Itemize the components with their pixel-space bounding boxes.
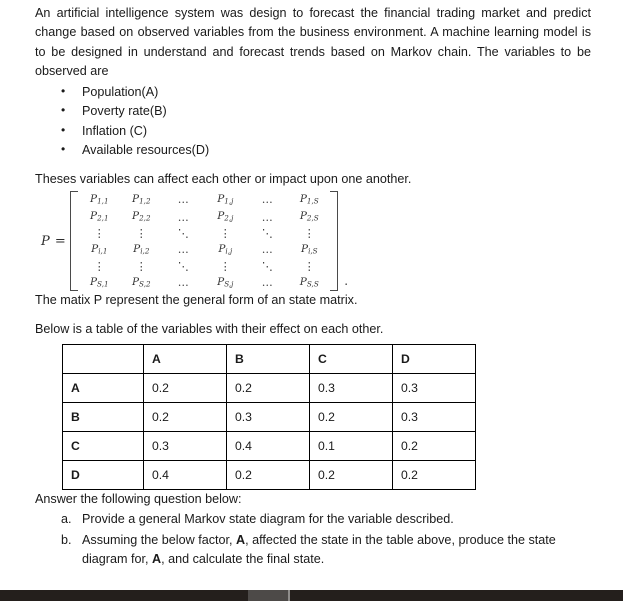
matrix-left-bracket [70,191,79,292]
matrix-cell-S-1: PS,1 [89,275,109,288]
matrix-cell-2-2: P2,2 [132,209,151,223]
cell-a-a: 0.2 [143,373,227,404]
matrix-hdots: … [261,276,273,290]
document-page: An artificial intelligence system was de… [0,0,623,590]
matrix-ddots: ⋱ [261,226,273,240]
table-row: D 0.4 0.2 0.2 0.2 [62,460,476,491]
question-list: a. Provide a general Markov state diagra… [35,510,591,569]
matrix-vdots: ⋮ [93,226,105,240]
matrix-right-bracket [330,191,339,292]
matrix-ddots: ⋱ [261,259,273,273]
horizontal-scrollbar[interactable] [0,590,623,601]
matrix-row: PS,1 PS,2 … PS,j … PS,S [78,274,330,291]
cell-b-b: 0.3 [226,402,310,433]
matrix-cell-2-1: P2,1 [90,209,109,223]
column-header-a: A [143,344,227,375]
matrix-row: P2,1 P2,2 … P2,j … P2,S [78,208,330,225]
matrix-cell-1-1: P1,1 [90,192,109,206]
table-row: B 0.2 0.3 0.2 0.3 [62,402,476,433]
question-marker-a: a. [61,512,72,527]
matrix-caption: The matix P represent the general form o… [35,293,358,308]
cell-b-c: 0.2 [309,402,393,433]
column-header-blank [62,344,144,375]
question-item-b: b. Assuming the below factor, A, affecte… [35,531,591,570]
matrix-vdots: ⋮ [219,259,231,273]
cell-c-c: 0.1 [309,431,393,462]
matrix-hdots: … [177,276,189,290]
scrollbar-thumb[interactable] [248,590,290,601]
list-item: Population(A) [35,82,591,103]
matrix-cell-i-S: Pi,S [300,242,318,255]
matrix-vdots: ⋮ [303,259,315,273]
effects-table: A B C D A 0.2 0.2 0.3 0.3 B 0.2 0.3 0.2 … [62,344,476,491]
matrix-row: P1,1 P1,2 … P1,j … P1,S [78,191,330,208]
affect-line: Theses variables can affect each other o… [35,172,412,186]
matrix-cell-2-S: P2,S [299,209,319,223]
cell-a-c: 0.3 [309,373,393,404]
matrix-ddots: ⋱ [177,259,189,273]
table-row: A 0.2 0.2 0.3 0.3 [62,373,476,404]
cell-d-a: 0.4 [143,460,227,491]
column-header-c: C [309,344,393,375]
cell-c-a: 0.3 [143,431,227,462]
matrix-cell-i-2: Pi,2 [133,242,150,255]
cell-a-b: 0.2 [226,373,310,404]
cell-d-b: 0.2 [226,460,310,491]
matrix-cell-S-j: PS,j [217,275,234,288]
matrix-vdots: ⋮ [135,259,147,273]
intro-paragraph: An artificial intelligence system was de… [35,6,591,79]
matrix-vdots: ⋮ [135,226,147,240]
matrix-vdots: ⋮ [219,226,231,240]
answer-intro: Answer the following question below: [35,492,242,507]
matrix-hdots: … [177,193,189,207]
cell-c-d: 0.2 [392,431,476,462]
cell-c-b: 0.4 [226,431,310,462]
table-caption: Below is a table of the variables with t… [35,321,384,336]
matrix-cell-1-2: P1,2 [132,192,151,206]
variables-list: Population(A) Poverty rate(B) Inflation … [35,82,591,161]
matrix-hdots: … [261,243,273,257]
column-header-b: B [226,344,310,375]
matrix-hdots: … [177,210,189,224]
question-marker-b: b. [61,532,72,547]
cell-b-a: 0.2 [143,402,227,433]
question-text-b: Assuming the below factor, A, affected t… [82,532,556,567]
matrix-row: Pi,1 Pi,2 … Pi,j … Pi,S [78,241,330,258]
table-header-row: A B C D [62,344,476,375]
matrix-cell-i-1: Pi,1 [91,242,108,255]
matrix-grid: P1,1 P1,2… P1,j… P1,S P2,1 P2,2… P2,j… P2,S ⋮ ⋮ ⋱ ⋮… [78,191,330,291]
matrix-hdots: … [261,210,273,224]
matrix-cell-S-2: PS,2 [131,275,151,288]
table-row: C 0.3 0.4 0.1 0.2 [62,431,476,462]
matrix-cell-i-j: Pi,j [218,242,233,255]
cell-d-d: 0.2 [392,460,476,491]
matrix-hdots: … [261,193,273,207]
list-item: Poverty rate(B) [35,101,591,122]
row-header-b: B [62,402,144,433]
state-matrix: P = P1,1 P1,2 … P1,j … P1,S P2,1 P2,2 … P2,j … P2,S… [35,191,591,292]
matrix-row: ⋮ ⋮ ⋱ ⋮ ⋱ ⋮ [78,258,330,274]
cell-b-d: 0.3 [392,402,476,433]
matrix-vdots: ⋮ [303,226,315,240]
question-item-a: a. Provide a general Markov state diagra… [35,510,591,529]
row-header-d: D [62,460,144,491]
list-item: Available resources(D) [35,140,591,161]
matrix-cell-S-S: PS,S [299,275,319,288]
matrix-trailing-period: . [344,274,349,289]
matrix-hdots: … [177,243,189,257]
column-header-d: D [392,344,476,375]
row-header-c: C [62,431,144,462]
cell-a-d: 0.3 [392,373,476,404]
question-text-a: Provide a general Markov state diagram f… [82,512,454,527]
matrix-row: ⋮ ⋮ ⋱ ⋮ ⋱ ⋮ [78,226,330,242]
matrix-label: P = [41,233,67,249]
matrix-cell-1-S: P1,S [299,192,319,206]
list-item: Inflation (C) [35,121,591,142]
matrix-cell-2-j: P2,j [217,209,234,223]
cell-d-c: 0.2 [309,460,393,491]
matrix-ddots: ⋱ [177,226,189,240]
matrix-vdots: ⋮ [93,259,105,273]
row-header-a: A [62,373,144,404]
matrix-cell-1-j: P1,j [217,192,234,206]
